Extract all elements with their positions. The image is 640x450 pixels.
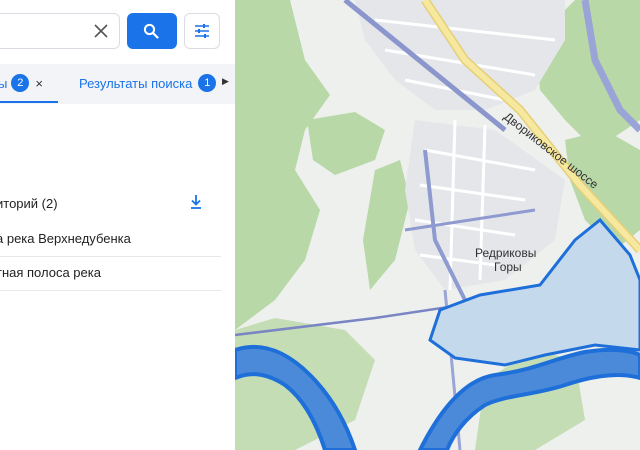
search-button[interactable]	[127, 13, 177, 49]
tab-layers[interactable]: ы 2 ×	[0, 64, 43, 102]
filter-button[interactable]	[184, 13, 220, 49]
tab-bar: ы 2 × Результаты поиска 1 ▶	[0, 64, 235, 104]
search-panel: ы 2 × Результаты поиска 1 ▶ иторий (2) а…	[0, 0, 235, 450]
tab-search-results[interactable]: Результаты поиска 1	[79, 64, 217, 102]
tabs-next-arrow-icon[interactable]: ▶	[222, 76, 229, 87]
tab-search-results-label: Результаты поиска	[79, 75, 193, 91]
search-icon	[143, 23, 159, 39]
tab-layers-count-badge: 2	[11, 74, 30, 92]
tab-layers-label: ы	[0, 75, 8, 91]
map-view[interactable]: Двориковское шоссе Редриковы Горы	[235, 0, 640, 450]
list-item-label: тная полоса река	[0, 265, 101, 280]
territories-section-header[interactable]: иторий (2)	[0, 194, 221, 216]
tab-search-results-count-badge: 1	[198, 74, 217, 92]
map-village-label-line2: Горы	[494, 260, 522, 274]
map-village-label-line1: Редриковы	[475, 246, 536, 260]
tab-layers-close-icon[interactable]: ×	[35, 76, 43, 91]
territories-section-title: иторий (2)	[0, 196, 58, 211]
search-input[interactable]	[0, 13, 120, 49]
list-item-coastal-strip[interactable]: тная полоса река	[0, 260, 221, 291]
close-icon[interactable]	[91, 21, 111, 41]
active-tab-indicator	[0, 101, 58, 103]
list-item-verkhnedubenka[interactable]: а река Верхнедубенка	[0, 226, 221, 257]
list-item-label: а река Верхнедубенка	[0, 231, 131, 246]
sliders-icon	[195, 24, 209, 38]
download-icon[interactable]	[189, 194, 203, 210]
